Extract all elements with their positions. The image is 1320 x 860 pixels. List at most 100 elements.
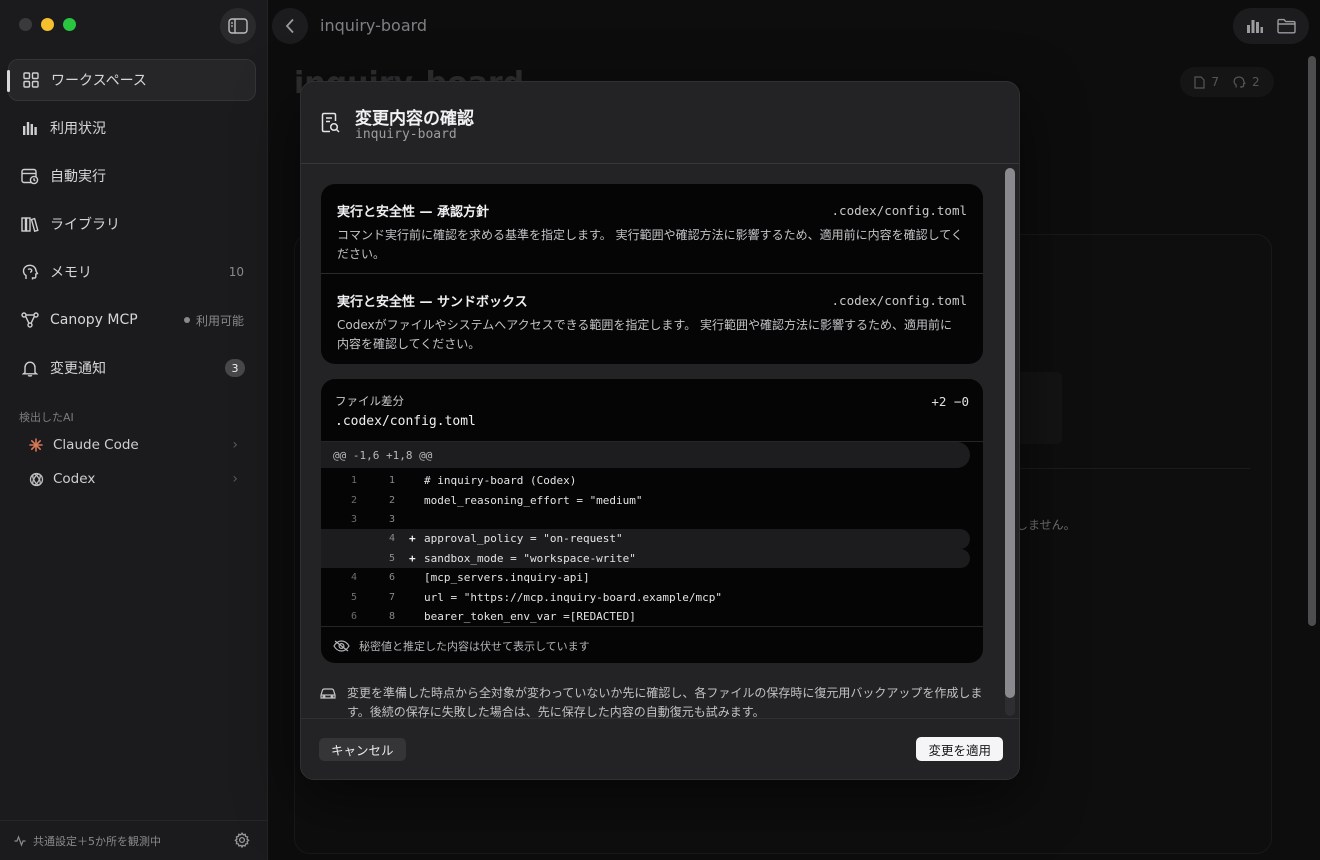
diff-line-added: 4 + approval_policy = "on-request" — [321, 529, 970, 549]
activity-icon — [14, 834, 26, 847]
books-icon — [20, 214, 40, 234]
status-dot — [183, 317, 190, 323]
calendar-clock-icon — [20, 166, 40, 186]
line-number-old: 1 — [350, 475, 357, 487]
grid-icon — [21, 70, 41, 90]
policy-row: 実行と安全性 — サンドボックス .codex/config.toml Code… — [321, 273, 983, 363]
sidebar-item-label: Canopy MCP — [50, 312, 138, 328]
dialog-footer: キャンセル 変更を適用 — [301, 718, 1019, 779]
line-number-old: 5 — [350, 591, 357, 603]
sidebar-item-memory[interactable]: メモリ 10 — [8, 251, 256, 293]
sidebar-item-automation[interactable]: 自動実行 — [8, 155, 256, 197]
backup-note: 変更を準備した時点から全対象が変わっていないか先に確認し、各ファイルの保存時に復… — [319, 684, 989, 722]
diff-line: 2 2 model_reasoning_effort = "medium" — [321, 490, 983, 509]
dialog-title: 変更内容の確認 — [355, 109, 474, 129]
diff-line: 3 3 — [321, 510, 983, 529]
diff-line-added: 5 + sandbox_mode = "workspace-write" — [321, 548, 970, 568]
dialog-body: 実行と安全性 — 承認方針 .codex/config.toml コマンド実行前… — [301, 165, 1019, 720]
diff-label: ファイル差分 — [335, 394, 404, 408]
cancel-button[interactable]: キャンセル — [319, 738, 406, 761]
sidebar-item-label: 自動実行 — [50, 169, 106, 185]
chevron-right-icon: › — [232, 471, 238, 487]
sidebar-item-usage[interactable]: 利用状況 — [8, 107, 256, 149]
backup-note-text: 変更を準備した時点から全対象が変わっていないか先に確認し、各ファイルの保存時に復… — [347, 686, 983, 719]
memory-count: 10 — [228, 265, 244, 279]
policy-row: 実行と安全性 — 承認方針 .codex/config.toml コマンド実行前… — [321, 184, 983, 273]
line-number-new: 2 — [388, 494, 395, 506]
sidebar-item-library[interactable]: ライブラリ — [8, 203, 256, 245]
file-diff-card: ファイル差分 .codex/config.toml +2 −0 @@ -1,6 … — [321, 379, 983, 663]
policy-file: .codex/config.toml — [831, 293, 967, 308]
sidebar-toggle-button[interactable] — [220, 8, 256, 44]
dialog-scrollbar[interactable] — [1005, 168, 1015, 716]
redaction-note-text: 秘密値と推定した内容は伏せて表示しています — [359, 639, 590, 653]
line-number-old: 3 — [350, 513, 357, 525]
zoom-window-button[interactable] — [63, 18, 76, 31]
codex-knot-icon — [28, 471, 44, 487]
sidebar-item-canopy-mcp[interactable]: Canopy MCP 利用可能 — [8, 299, 256, 341]
line-number-old: 2 — [350, 494, 357, 506]
line-number-new: 3 — [388, 513, 395, 525]
apply-changes-button[interactable]: 変更を適用 — [916, 737, 1003, 761]
line-number-old: 4 — [350, 572, 357, 584]
diff-sign: + — [409, 532, 416, 546]
detected-ai-claude-code[interactable]: Claude Code › — [28, 433, 238, 457]
diff-code: model_reasoning_effort = "medium" — [424, 493, 643, 507]
detected-ai-label: Claude Code — [53, 437, 139, 453]
diff-line: 6 8 bearer_token_env_var =[REDACTED] — [321, 607, 983, 626]
notification-count-badge: 3 — [225, 359, 245, 377]
car-icon — [319, 687, 337, 706]
diff-file-name: .codex/config.toml — [335, 414, 476, 429]
redaction-note: 秘密値と推定した内容は伏せて表示しています — [321, 626, 983, 664]
diff-code: url = "https://mcp.inquiry-board.example… — [424, 590, 723, 604]
minimize-window-button[interactable] — [41, 18, 54, 31]
line-number-old: 6 — [350, 610, 357, 622]
sidebar: ワークスペース 利用状況 自動実行 ライブラリ メモリ 10 Canopy MC… — [0, 0, 268, 860]
line-number-new: 8 — [388, 610, 395, 622]
dialog-subtitle: inquiry-board — [355, 127, 457, 142]
claude-sparkle-icon — [28, 437, 44, 453]
policy-file: .codex/config.toml — [831, 203, 967, 218]
diff-code: sandbox_mode = "workspace-write" — [424, 551, 636, 565]
diff-stats: +2 −0 — [931, 394, 969, 409]
line-number-new: 1 — [388, 475, 395, 487]
sidebar-item-label: ライブラリ — [50, 217, 120, 233]
diff-code: approval_policy = "on-request" — [424, 532, 623, 546]
line-number-new: 4 — [388, 533, 395, 545]
policy-description: Codexがファイルやシステムへアクセスできる範囲を指定します。 実行範囲や確認… — [337, 318, 953, 351]
policy-description: コマンド実行前に確認を求める基準を指定します。 実行範囲や確認方法に影響するため… — [337, 228, 963, 261]
head-icon — [20, 262, 40, 282]
chevron-right-icon: › — [232, 437, 238, 453]
policy-summary-card: 実行と安全性 — 承認方針 .codex/config.toml コマンド実行前… — [321, 184, 983, 364]
sidebar-icon — [228, 18, 248, 34]
line-number-new: 7 — [388, 591, 395, 603]
diff-code: bearer_token_env_var =[REDACTED] — [424, 609, 636, 623]
dialog-header: 変更内容の確認 inquiry-board — [301, 82, 1019, 164]
sidebar-footer: 共通設定＋5か所を観測中 — [0, 820, 268, 860]
dialog-scrollbar-thumb[interactable] — [1005, 168, 1015, 698]
sidebar-item-workspace[interactable]: ワークスペース — [7, 59, 256, 101]
mcp-nodes-icon — [20, 310, 40, 330]
review-changes-dialog: 変更内容の確認 inquiry-board 実行と安全性 — 承認方針 .cod… — [300, 81, 1020, 780]
diff-line: 1 1 # inquiry-board (Codex) — [321, 471, 983, 490]
diff-lines: 1 1 # inquiry-board (Codex) 2 2 model_re… — [321, 468, 983, 626]
bar-chart-icon — [20, 118, 40, 138]
diff-code: [mcp_servers.inquiry-api] — [424, 571, 590, 585]
document-search-icon — [321, 112, 340, 133]
gear-icon[interactable] — [234, 832, 250, 848]
diff-sign: + — [409, 551, 416, 565]
detected-ai-codex[interactable]: Codex › — [28, 467, 238, 491]
detected-ai-label: Codex — [53, 471, 96, 487]
watch-status-text: 共通設定＋5か所を観測中 — [33, 834, 161, 848]
sidebar-item-label: 利用状況 — [50, 121, 106, 137]
sidebar-item-notifications[interactable]: 変更通知 3 — [8, 347, 256, 389]
sidebar-nav: ワークスペース 利用状況 自動実行 ライブラリ メモリ 10 Canopy MC… — [7, 59, 256, 395]
diff-line: 5 7 url = "https://mcp.inquiry-board.exa… — [321, 587, 983, 606]
close-window-button[interactable] — [19, 18, 32, 31]
sidebar-item-label: ワークスペース — [51, 73, 147, 89]
diff-line: 4 6 [mcp_servers.inquiry-api] — [321, 568, 983, 587]
diff-code: # inquiry-board (Codex) — [424, 474, 577, 488]
window-controls — [19, 18, 76, 31]
eye-slash-icon — [333, 640, 350, 652]
sidebar-item-label: 変更通知 — [50, 361, 106, 377]
